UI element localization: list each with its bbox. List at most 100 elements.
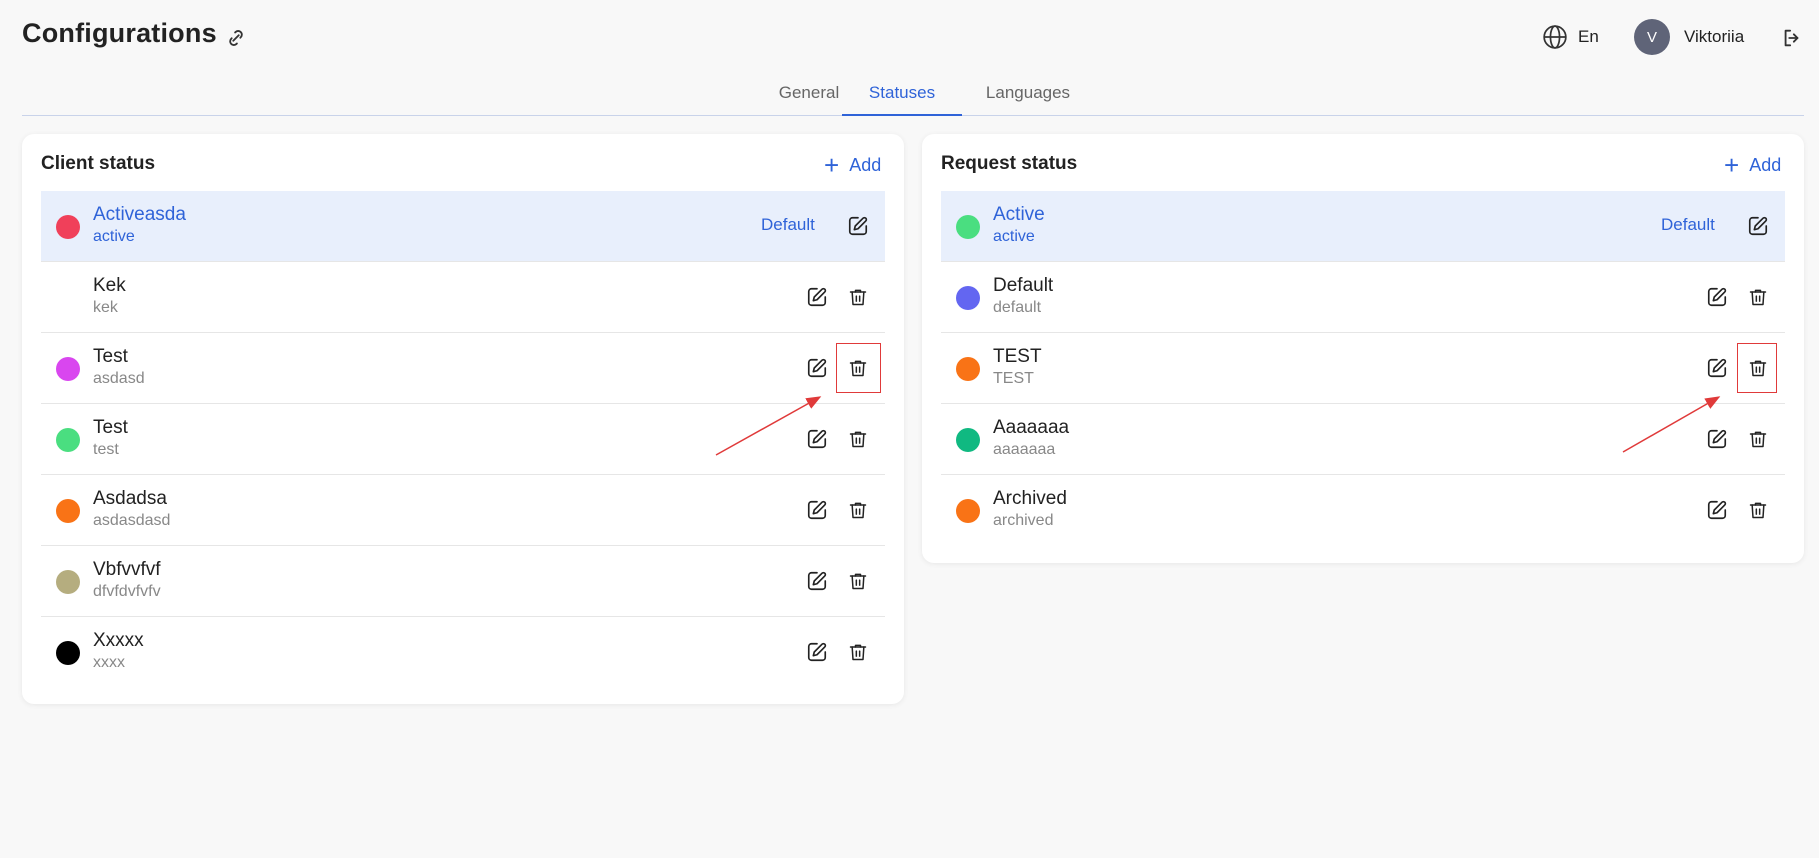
edit-icon	[1707, 358, 1727, 378]
status-row: Activeasda active Default	[41, 191, 885, 262]
status-name: Archived	[993, 488, 1067, 509]
trash-icon	[1749, 360, 1767, 377]
default-badge: Default	[1661, 215, 1715, 234]
status-row: Vbfvvfvf dfvfdvfvfv	[41, 546, 885, 617]
edit-icon	[807, 358, 827, 378]
edit-icon	[1707, 287, 1727, 307]
status-row: Test asdasd	[41, 333, 885, 404]
request-status-list: Active active Default Default default TEST TES…	[941, 191, 1785, 546]
status-color-dot	[956, 286, 980, 310]
delete-button[interactable]	[1745, 284, 1771, 310]
status-row: Archived archived	[941, 475, 1785, 546]
edit-icon	[807, 500, 827, 520]
status-code: asdasd	[93, 370, 145, 387]
status-color-dot	[56, 570, 80, 594]
delete-button[interactable]	[845, 568, 871, 594]
edit-button[interactable]	[1704, 284, 1730, 310]
page-title: Configurations	[22, 18, 217, 48]
status-code: dfvfdvfvfv	[93, 583, 161, 600]
edit-button[interactable]	[1704, 497, 1730, 523]
edit-button[interactable]	[804, 284, 830, 310]
edit-icon	[1707, 500, 1727, 520]
avatar: V	[1634, 19, 1670, 55]
delete-button[interactable]	[845, 497, 871, 523]
status-name: Asdadsa	[93, 488, 167, 509]
client-status-panel: Client status + Add Activeasda active Defa…	[22, 134, 904, 704]
logout-icon	[1784, 29, 1799, 47]
status-row: Default default	[941, 262, 1785, 333]
add-request-status-button[interactable]: + Add	[1724, 152, 1781, 178]
status-row: TEST TEST	[941, 333, 1785, 404]
status-color-dot	[956, 215, 980, 239]
status-code: test	[93, 441, 119, 458]
edit-button[interactable]	[1704, 426, 1730, 452]
language-switcher[interactable]: En	[1542, 22, 1599, 52]
status-name: Activeasda	[93, 204, 186, 225]
status-code: active	[993, 228, 1035, 245]
status-row: Xxxxx xxxx	[41, 617, 885, 688]
delete-button[interactable]	[1745, 426, 1771, 452]
status-code: aaaaaaa	[993, 441, 1056, 458]
trash-icon	[849, 431, 867, 448]
edit-button[interactable]	[1745, 213, 1771, 239]
edit-button[interactable]	[804, 639, 830, 665]
page-header: Configurations En V Viktoriia	[0, 0, 1819, 74]
tab-languages[interactable]: Languages	[968, 74, 1088, 116]
delete-button[interactable]	[845, 284, 871, 310]
status-row: Kek kek	[41, 262, 885, 333]
edit-icon	[807, 287, 827, 307]
delete-button[interactable]	[1745, 497, 1771, 523]
trash-icon	[849, 360, 867, 377]
status-name: Test	[93, 417, 128, 438]
edit-button[interactable]	[804, 426, 830, 452]
client-status-title: Client status	[41, 153, 156, 174]
add-label: Add	[849, 154, 882, 175]
add-client-status-button[interactable]: + Add	[824, 152, 881, 178]
status-row: Asdadsa asdasdasd	[41, 475, 885, 546]
user-name: Viktoriia	[1684, 27, 1745, 46]
status-code: kek	[93, 299, 118, 316]
trash-icon	[849, 573, 867, 590]
delete-button[interactable]	[845, 355, 871, 381]
edit-icon	[807, 642, 827, 662]
delete-button[interactable]	[845, 426, 871, 452]
logout-button[interactable]	[1778, 24, 1806, 52]
edit-button[interactable]	[804, 355, 830, 381]
plus-icon: +	[1724, 150, 1740, 180]
status-code: TEST	[993, 370, 1034, 387]
edit-icon	[1748, 216, 1768, 236]
trash-icon	[1749, 431, 1767, 448]
edit-button[interactable]	[845, 213, 871, 239]
edit-button[interactable]	[1704, 355, 1730, 381]
status-color-dot	[56, 641, 80, 665]
edit-button[interactable]	[804, 568, 830, 594]
status-color-dot	[56, 215, 80, 239]
user-menu[interactable]: V Viktoriia	[1634, 18, 1744, 56]
status-code: active	[93, 228, 135, 245]
status-name: Active	[993, 204, 1045, 225]
plus-icon: +	[824, 150, 840, 180]
edit-icon	[807, 571, 827, 591]
status-code: asdasdasd	[93, 512, 171, 529]
tab-statuses[interactable]: Statuses	[842, 74, 962, 116]
trash-icon	[1749, 289, 1767, 306]
status-name: Xxxxx	[93, 630, 144, 651]
copy-link-button[interactable]	[222, 24, 250, 52]
edit-button[interactable]	[804, 497, 830, 523]
status-name: TEST	[993, 346, 1042, 367]
delete-button[interactable]	[1745, 355, 1771, 381]
client-status-list: Activeasda active Default Kek kek Test asdasd T…	[41, 191, 885, 688]
link-icon	[229, 30, 243, 46]
default-badge: Default	[761, 215, 815, 234]
status-color-dot	[56, 499, 80, 523]
status-color-dot	[956, 357, 980, 381]
tab-bar: General Statuses Languages	[22, 74, 1804, 116]
status-color-dot	[56, 428, 80, 452]
status-name: Test	[93, 346, 128, 367]
delete-button[interactable]	[845, 639, 871, 665]
request-status-panel: Request status + Add Active active Default…	[922, 134, 1804, 563]
status-row: Test test	[41, 404, 885, 475]
status-row: Active active Default	[941, 191, 1785, 262]
status-code: default	[993, 299, 1042, 316]
request-status-title: Request status	[941, 153, 1078, 174]
